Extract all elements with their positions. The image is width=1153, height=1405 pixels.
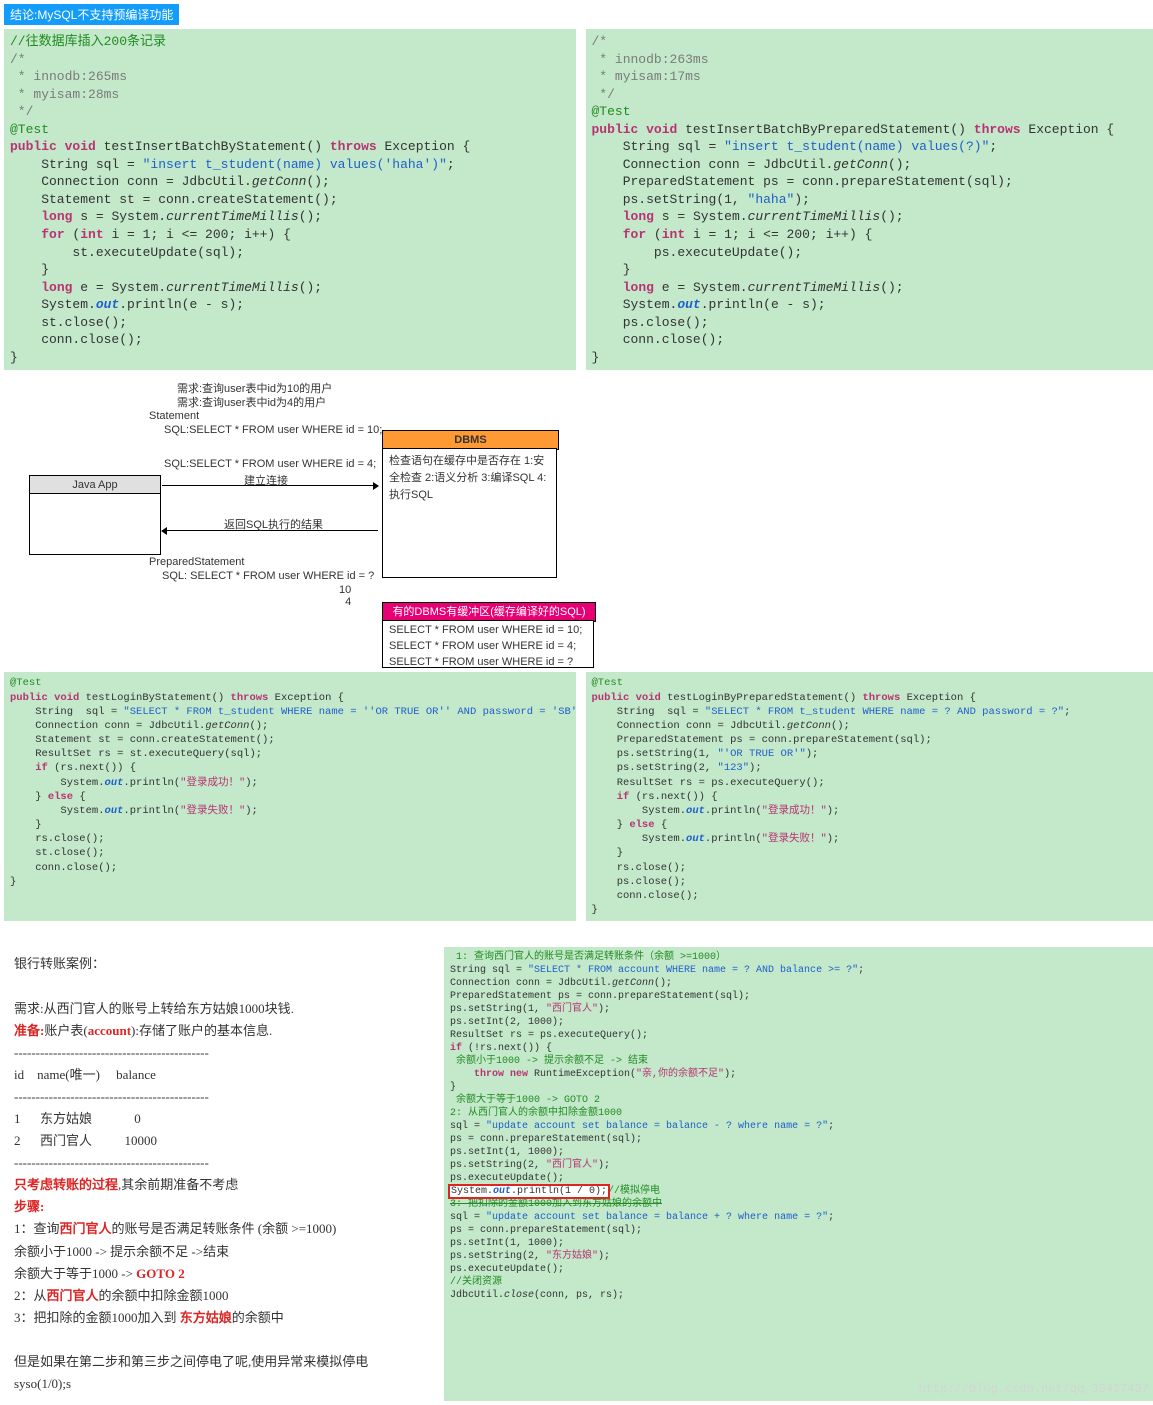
watermark: http://blog.csdn.net/qq_35427437 [919,1382,1149,1398]
java-app-box: Java App [29,475,161,495]
bank-transfer-doc: 银行转账案例： 需求:从西门官人的账号上转给东方姑娘1000块钱. 准备:账户表… [4,947,434,1401]
dbms-diagram: 需求:查询user表中id为10的用户 需求:查询user表中id为4的用户 S… [4,380,1153,658]
code-login-statement: @Test public void testLoginByStatement()… [4,672,576,921]
error-highlight: System.out.println(1 / 0); [450,1186,608,1197]
code-transfer: 1: 查询西门官人的账号是否满足转账条件（余额 >=1000） String s… [444,947,1153,1401]
code-insert-prepared: /* * innodb:263ms * myisam:17ms */ @Test… [586,29,1153,370]
code-insert-statement: //往数据库插入200条记录 /* * innodb:265ms * myisa… [4,29,576,370]
dbms-cache-box: 有的DBMS有缓冲区(缓存编译好的SQL) [382,602,596,622]
dbms-box: DBMS [382,430,559,450]
code-login-prepared: @Test public void testLoginByPreparedSta… [586,672,1153,921]
conclusion-tag: 结论:MySQL不支持预编译功能 [4,4,179,25]
